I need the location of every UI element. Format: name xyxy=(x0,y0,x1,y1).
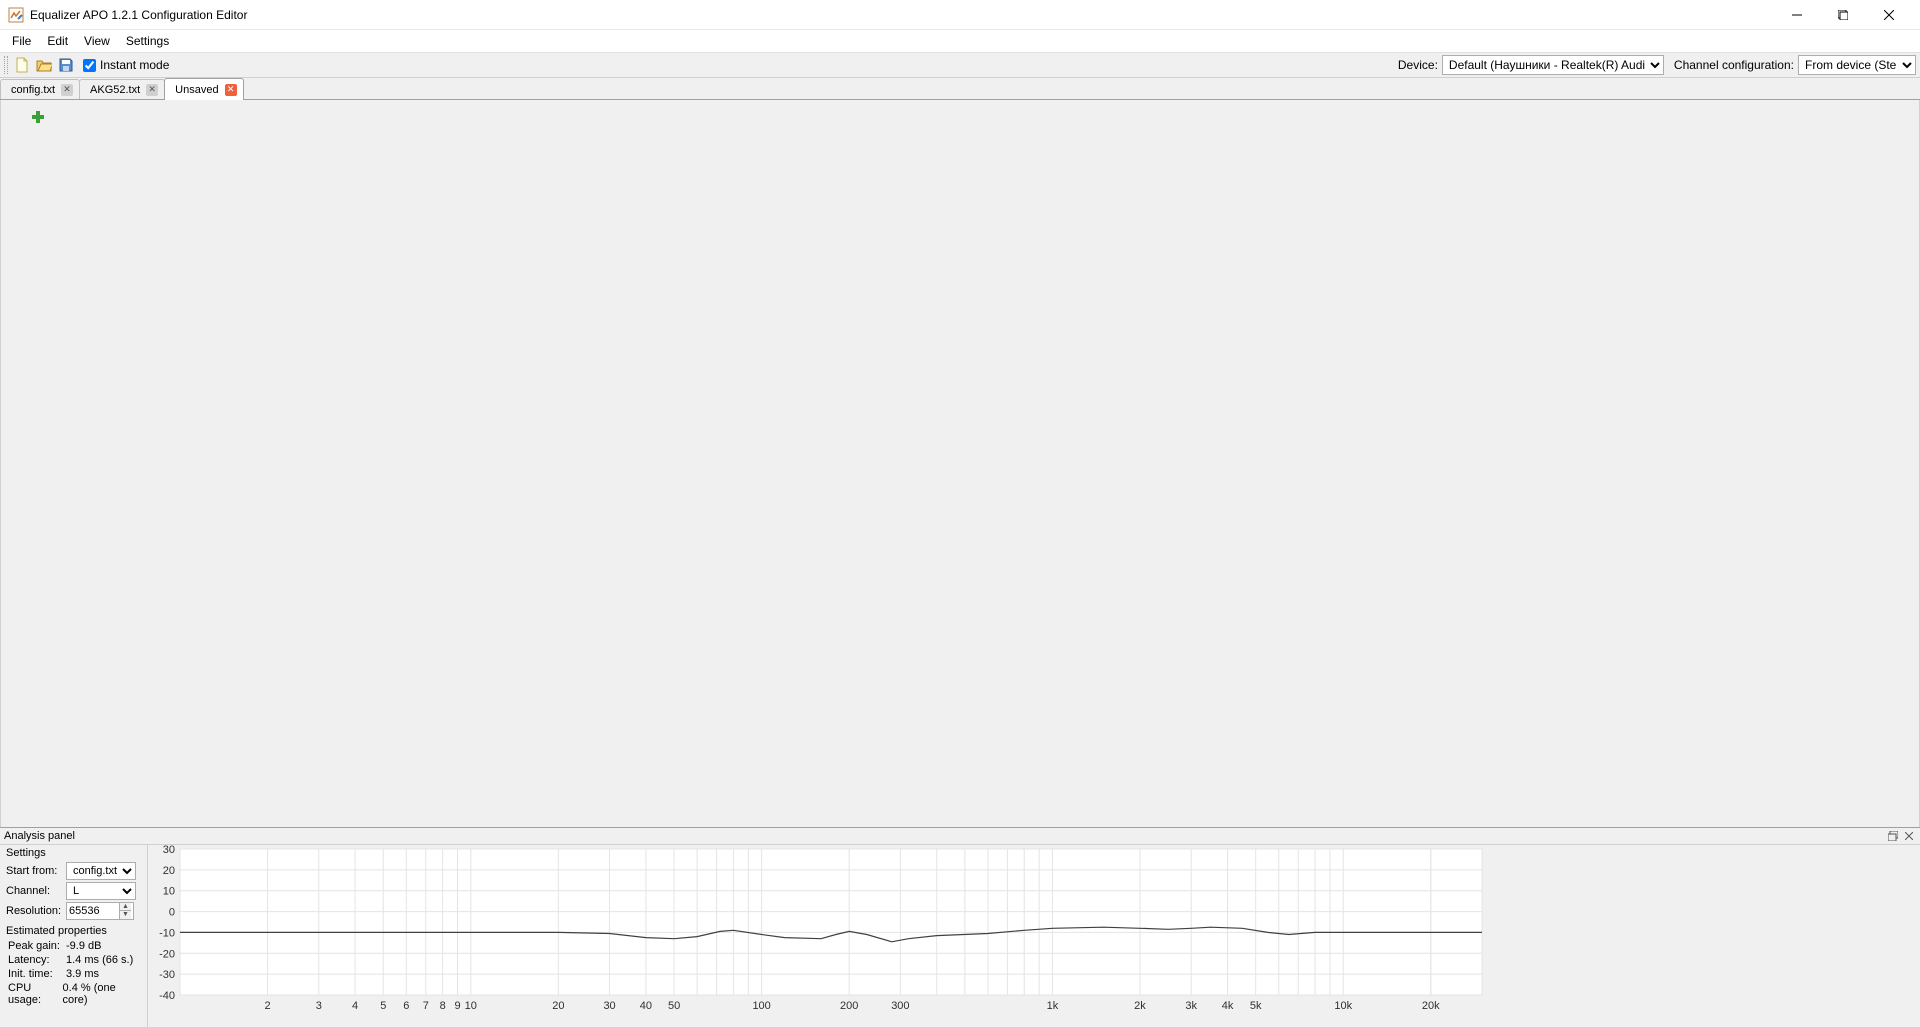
svg-text:3k: 3k xyxy=(1185,1000,1197,1012)
analysis-panel-body: Settings Start from: config.txt Channel:… xyxy=(0,845,1920,1027)
svg-text:300: 300 xyxy=(891,1000,909,1012)
analysis-panel-title: Analysis panel xyxy=(4,830,75,842)
latency-value: 1.4 ms (66 s.) xyxy=(66,954,133,966)
tab-label: AKG52.txt xyxy=(90,84,140,96)
instant-mode-input[interactable] xyxy=(83,59,96,72)
spin-up[interactable]: ▲ xyxy=(119,903,131,911)
init-time-label: Init. time: xyxy=(8,968,66,980)
cpu-usage-value: 0.4 % (one core) xyxy=(63,982,139,1006)
svg-text:10k: 10k xyxy=(1334,1000,1352,1012)
instant-mode-label: Instant mode xyxy=(100,58,169,72)
svg-text:40: 40 xyxy=(640,1000,652,1012)
init-time-value: 3.9 ms xyxy=(66,968,99,980)
resolution-label: Resolution: xyxy=(6,905,64,917)
resolution-input[interactable] xyxy=(69,905,119,917)
svg-text:6: 6 xyxy=(403,1000,409,1012)
tab-akg52-txt[interactable]: AKG52.txt ✕ xyxy=(79,79,165,99)
minimize-button[interactable] xyxy=(1774,0,1820,30)
device-label: Device: xyxy=(1398,58,1438,72)
svg-text:20k: 20k xyxy=(1422,1000,1440,1012)
settings-heading: Settings xyxy=(0,845,147,861)
open-file-button[interactable] xyxy=(33,54,55,76)
svg-text:-20: -20 xyxy=(159,948,175,960)
spin-down[interactable]: ▼ xyxy=(119,911,131,919)
analysis-settings: Settings Start from: config.txt Channel:… xyxy=(0,845,148,1027)
svg-text:4: 4 xyxy=(352,1000,358,1012)
start-from-select[interactable]: config.txt xyxy=(66,862,136,880)
svg-text:0: 0 xyxy=(169,907,175,919)
latency-label: Latency: xyxy=(8,954,66,966)
close-tab-icon[interactable]: ✕ xyxy=(61,84,73,96)
app-icon xyxy=(8,7,24,23)
peak-gain-label: Peak gain: xyxy=(8,940,66,952)
tab-unsaved[interactable]: Unsaved ✕ xyxy=(164,78,244,100)
toolbar: Instant mode Device: Default (Наушники -… xyxy=(0,52,1920,78)
menu-file[interactable]: File xyxy=(4,32,39,50)
titlebar: Equalizer APO 1.2.1 Configuration Editor xyxy=(0,0,1920,30)
menu-settings[interactable]: Settings xyxy=(118,32,177,50)
menu-view[interactable]: View xyxy=(76,32,118,50)
svg-text:10: 10 xyxy=(163,886,175,898)
svg-text:-10: -10 xyxy=(159,927,175,939)
start-from-label: Start from: xyxy=(6,865,64,877)
toolbar-grip xyxy=(4,56,8,74)
svg-text:5k: 5k xyxy=(1250,1000,1262,1012)
close-tab-icon[interactable]: ✕ xyxy=(225,84,237,96)
resolution-spinbox[interactable]: ▲▼ xyxy=(66,902,134,920)
svg-text:50: 50 xyxy=(668,1000,680,1012)
tab-config-txt[interactable]: config.txt ✕ xyxy=(0,79,80,99)
svg-text:9: 9 xyxy=(454,1000,460,1012)
svg-text:1k: 1k xyxy=(1047,1000,1059,1012)
svg-text:100: 100 xyxy=(752,1000,770,1012)
undock-panel-button[interactable] xyxy=(1886,829,1900,843)
svg-text:-40: -40 xyxy=(159,990,175,1002)
svg-text:8: 8 xyxy=(440,1000,446,1012)
svg-text:20: 20 xyxy=(163,865,175,877)
svg-text:20: 20 xyxy=(552,1000,564,1012)
svg-text:200: 200 xyxy=(840,1000,858,1012)
device-select[interactable]: Default (Наушники - Realtek(R) Audio) xyxy=(1442,55,1664,75)
close-button[interactable] xyxy=(1866,0,1912,30)
svg-text:2k: 2k xyxy=(1134,1000,1146,1012)
cpu-usage-label: CPU usage: xyxy=(8,982,63,1006)
close-panel-button[interactable] xyxy=(1902,829,1916,843)
save-file-button[interactable] xyxy=(55,54,77,76)
window-title: Equalizer APO 1.2.1 Configuration Editor xyxy=(30,8,247,22)
analysis-chart[interactable]: 3020100-10-20-30-40234567891020304050100… xyxy=(148,845,1920,1027)
estimated-heading: Estimated properties xyxy=(0,923,147,939)
svg-text:3: 3 xyxy=(316,1000,322,1012)
channel-select[interactable]: L xyxy=(66,882,136,900)
svg-text:10: 10 xyxy=(465,1000,477,1012)
editor-area xyxy=(0,100,1920,827)
channel-label: Channel: xyxy=(6,885,64,897)
tabbar: config.txt ✕ AKG52.txt ✕ Unsaved ✕ xyxy=(0,78,1920,100)
svg-text:2: 2 xyxy=(264,1000,270,1012)
channel-config-label: Channel configuration: xyxy=(1674,58,1794,72)
tab-label: config.txt xyxy=(11,84,55,96)
instant-mode-checkbox[interactable]: Instant mode xyxy=(83,58,169,72)
analysis-panel-header: Analysis panel xyxy=(0,827,1920,845)
close-tab-icon[interactable]: ✕ xyxy=(146,84,158,96)
menubar: File Edit View Settings xyxy=(0,30,1920,52)
channel-config-select[interactable]: From device (Stereo) xyxy=(1798,55,1916,75)
window-controls xyxy=(1774,0,1912,30)
svg-text:30: 30 xyxy=(603,1000,615,1012)
svg-text:4k: 4k xyxy=(1222,1000,1234,1012)
add-filter-button[interactable] xyxy=(31,110,45,124)
tab-label: Unsaved xyxy=(175,84,218,96)
svg-text:7: 7 xyxy=(423,1000,429,1012)
maximize-button[interactable] xyxy=(1820,0,1866,30)
svg-text:-30: -30 xyxy=(159,969,175,981)
svg-text:30: 30 xyxy=(163,845,175,856)
new-file-button[interactable] xyxy=(11,54,33,76)
peak-gain-value: -9.9 dB xyxy=(66,940,101,952)
menu-edit[interactable]: Edit xyxy=(39,32,76,50)
svg-text:5: 5 xyxy=(380,1000,386,1012)
